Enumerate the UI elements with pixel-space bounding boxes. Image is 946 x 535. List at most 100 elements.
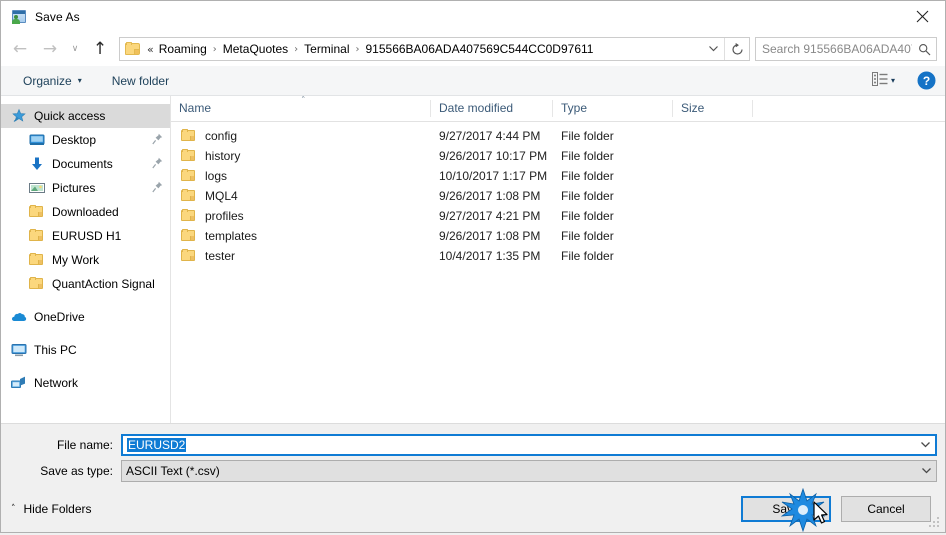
sidebar-label: My Work xyxy=(52,253,100,267)
navigation-pane: Quick access Desktop Documents Pictures … xyxy=(1,96,171,423)
title-bar: Save As xyxy=(1,1,945,32)
close-icon[interactable] xyxy=(899,1,945,31)
save-button[interactable]: Save xyxy=(741,496,831,522)
save-as-app-icon xyxy=(11,9,27,25)
breadcrumb-overflow-icon[interactable]: « xyxy=(146,43,156,56)
folder-icon xyxy=(29,228,45,244)
sidebar-item-quantaction-signal[interactable]: QuantAction Signal xyxy=(1,272,170,296)
search-icon xyxy=(912,38,936,60)
command-bar: Organize ▾ New folder ▾ ? xyxy=(1,66,945,96)
breadcrumb-item-metaquotes[interactable]: MetaQuotes xyxy=(220,40,291,58)
hide-folders-button[interactable]: ˄ Hide Folders xyxy=(11,502,92,516)
file-name: config xyxy=(205,129,238,143)
folder-icon xyxy=(29,252,45,268)
view-layout-icon xyxy=(871,72,888,89)
sidebar-label: OneDrive xyxy=(34,310,85,324)
save-as-type-select[interactable]: ASCII Text (*.csv) xyxy=(121,460,937,482)
save-as-type-value: ASCII Text (*.csv) xyxy=(126,464,220,478)
forward-arrow-icon: → xyxy=(42,38,58,59)
chevron-down-icon: ▾ xyxy=(890,76,895,85)
file-name-input[interactable]: EURUSD2 xyxy=(121,434,937,456)
breadcrumb-item-terminal[interactable]: Terminal xyxy=(301,40,352,58)
sidebar-item-my-work[interactable]: My Work xyxy=(1,248,170,272)
file-name: profiles xyxy=(205,209,244,223)
cancel-button[interactable]: Cancel xyxy=(841,496,931,522)
search-box[interactable]: Search 915566BA06ADA40756... xyxy=(755,37,937,61)
hide-folders-label: Hide Folders xyxy=(23,502,92,516)
sidebar-label: Pictures xyxy=(52,181,96,195)
chevron-down-icon: ∨ xyxy=(71,44,79,54)
breadcrumb: « Roaming › MetaQuotes › Terminal › 9155… xyxy=(146,40,702,58)
file-type: File folder xyxy=(561,169,614,183)
file-type: File folder xyxy=(561,149,614,163)
folder-icon xyxy=(125,42,141,56)
quick-access-star-icon xyxy=(11,108,27,124)
table-row[interactable]: history 9/26/2017 10:17 PM File folder xyxy=(171,146,945,166)
folder-icon xyxy=(29,204,45,220)
back-button[interactable]: ← xyxy=(5,35,35,63)
new-folder-label: New folder xyxy=(111,73,170,88)
save-as-type-row: Save as type: ASCII Text (*.csv) xyxy=(1,460,945,482)
breadcrumb-separator-icon: › xyxy=(294,43,299,55)
search-input[interactable]: Search 915566BA06ADA40756... xyxy=(756,42,912,56)
breadcrumb-separator-icon: › xyxy=(355,43,360,55)
file-date-modified: 9/26/2017 1:08 PM xyxy=(439,229,541,243)
table-row[interactable]: templates 9/26/2017 1:08 PM File folder xyxy=(171,226,945,246)
sidebar-item-this-pc[interactable]: This PC xyxy=(1,338,170,362)
table-row[interactable]: config 9/27/2017 4:44 PM File folder xyxy=(171,126,945,146)
new-folder-button[interactable]: New folder xyxy=(104,70,177,92)
column-header-date-modified[interactable]: Date modified xyxy=(431,100,553,117)
sidebar-label: Documents xyxy=(52,157,113,171)
network-icon xyxy=(11,375,27,391)
chevron-down-icon[interactable] xyxy=(915,442,935,448)
dialog-content: Quick access Desktop Documents Pictures … xyxy=(1,96,945,424)
breadcrumb-item-guid[interactable]: 915566BA06ADA407569C544CC0D97611 xyxy=(363,40,597,58)
svg-text:?: ? xyxy=(923,74,930,88)
refresh-button[interactable] xyxy=(724,38,749,60)
table-row[interactable]: profiles 9/27/2017 4:21 PM File folder xyxy=(171,206,945,226)
organize-button[interactable]: Organize ▾ xyxy=(15,70,90,92)
file-name-label: File name: xyxy=(56,438,113,452)
sort-ascending-icon: ˄ xyxy=(301,96,306,106)
desktop-icon xyxy=(29,132,45,148)
resize-grip[interactable] xyxy=(929,517,941,529)
file-rows: config 9/27/2017 4:44 PM File folder his… xyxy=(171,122,945,423)
up-button[interactable]: ↑ xyxy=(85,35,115,63)
breadcrumb-item-roaming[interactable]: Roaming xyxy=(156,40,210,58)
forward-button[interactable]: → xyxy=(35,35,65,63)
sidebar-label: QuantAction Signal xyxy=(52,277,155,291)
sidebar-label: This PC xyxy=(34,343,77,357)
file-date-modified: 10/10/2017 1:17 PM xyxy=(439,169,548,183)
file-name-row: File name: EURUSD2 xyxy=(1,434,945,456)
column-header-row: Name Date modified Type Size ˄ xyxy=(171,96,945,122)
folder-icon xyxy=(181,128,197,144)
file-type: File folder xyxy=(561,209,614,223)
table-row[interactable]: MQL4 9/26/2017 1:08 PM File folder xyxy=(171,186,945,206)
breadcrumb-separator-icon: › xyxy=(212,43,217,55)
table-row[interactable]: logs 10/10/2017 1:17 PM File folder xyxy=(171,166,945,186)
sidebar-label: Network xyxy=(34,376,79,390)
recent-locations-button[interactable]: ∨ xyxy=(65,35,85,63)
sidebar-item-pictures[interactable]: Pictures xyxy=(1,176,170,200)
file-name: logs xyxy=(205,169,228,183)
pin-icon xyxy=(152,181,164,196)
sidebar-item-documents[interactable]: Documents xyxy=(1,152,170,176)
address-dropdown-button[interactable] xyxy=(702,38,724,60)
sidebar-label: Desktop xyxy=(52,133,97,147)
sidebar-item-downloaded[interactable]: Downloaded xyxy=(1,200,170,224)
back-arrow-icon: ← xyxy=(12,38,28,59)
folder-icon xyxy=(181,168,197,184)
folder-icon xyxy=(29,276,45,292)
sidebar-item-onedrive[interactable]: OneDrive xyxy=(1,305,170,329)
sidebar-item-eurusd-h1[interactable]: EURUSD H1 xyxy=(1,224,170,248)
column-header-type[interactable]: Type xyxy=(553,100,673,117)
table-row[interactable]: tester 10/4/2017 1:35 PM File folder xyxy=(171,246,945,266)
help-button[interactable]: ? xyxy=(917,71,937,91)
sidebar-item-desktop[interactable]: Desktop xyxy=(1,128,170,152)
address-bar[interactable]: « Roaming › MetaQuotes › Terminal › 9155… xyxy=(119,37,750,61)
sidebar-item-network[interactable]: Network xyxy=(1,371,170,395)
change-view-button[interactable]: ▾ xyxy=(864,68,917,93)
column-header-size[interactable]: Size xyxy=(673,100,753,117)
sidebar-item-quick-access[interactable]: Quick access xyxy=(1,104,170,128)
chevron-down-icon[interactable] xyxy=(916,468,936,474)
